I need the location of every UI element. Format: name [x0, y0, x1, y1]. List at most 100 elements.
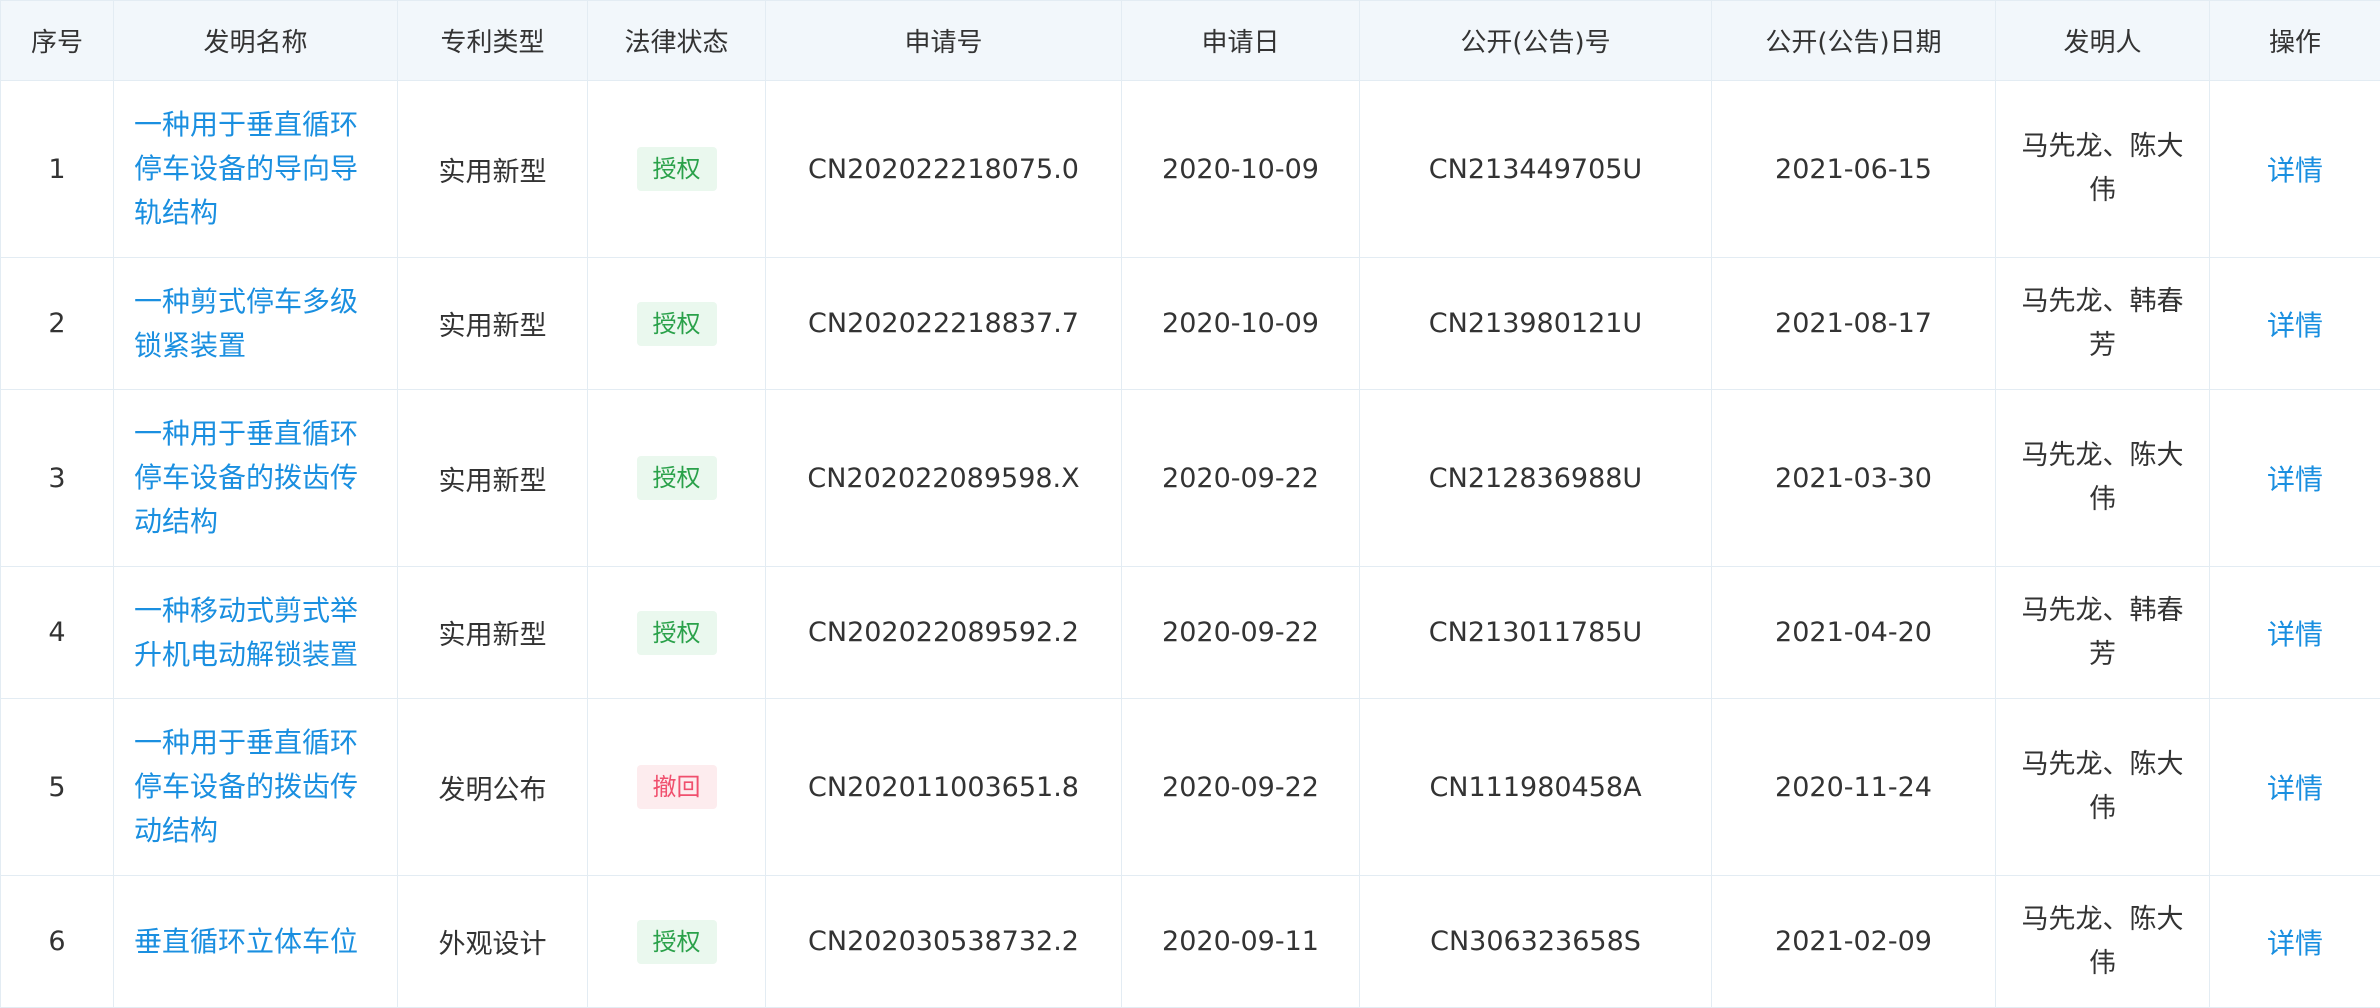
detail-link[interactable]: 详情 — [2267, 463, 2323, 496]
application-number: CN202022089592.2 — [766, 567, 1122, 699]
patent-type: 外观设计 — [398, 876, 588, 1008]
action-cell: 详情 — [2210, 258, 2380, 390]
application-number: CN202011003651.8 — [766, 699, 1122, 876]
title-cell: 一种移动式剪式举升机电动解锁装置 — [114, 567, 398, 699]
title-cell: 垂直循环立体车位 — [114, 876, 398, 1008]
status-cell: 授权 — [588, 81, 766, 258]
publication-number: CN213980121U — [1360, 258, 1712, 390]
status-badge: 授权 — [637, 920, 717, 964]
col-header-app-date: 申请日 — [1122, 1, 1360, 81]
publication-number: CN212836988U — [1360, 390, 1712, 567]
action-cell: 详情 — [2210, 81, 2380, 258]
application-number: CN202022218837.7 — [766, 258, 1122, 390]
application-number: CN202022089598.X — [766, 390, 1122, 567]
inventors-cell: 马先龙、陈大伟 — [1996, 876, 2210, 1008]
publication-date: 2021-02-09 — [1712, 876, 1996, 1008]
row-index: 2 — [1, 258, 114, 390]
patent-title-link[interactable]: 垂直循环立体车位 — [134, 920, 367, 964]
patent-type: 实用新型 — [398, 390, 588, 567]
table-body: 1 一种用于垂直循环停车设备的导向导轨结构 实用新型 授权 CN20202221… — [1, 81, 2380, 1008]
table-row: 4 一种移动式剪式举升机电动解锁装置 实用新型 授权 CN20202208959… — [1, 567, 2380, 699]
col-header-pub-no: 公开(公告)号 — [1360, 1, 1712, 81]
status-badge: 授权 — [637, 611, 717, 655]
row-index: 1 — [1, 81, 114, 258]
inventors-cell: 马先龙、陈大伟 — [1996, 390, 2210, 567]
publication-date: 2021-08-17 — [1712, 258, 1996, 390]
col-header-action: 操作 — [2210, 1, 2380, 81]
table-row: 5 一种用于垂直循环停车设备的拨齿传动结构 发明公布 撤回 CN20201100… — [1, 699, 2380, 876]
action-cell: 详情 — [2210, 390, 2380, 567]
inventors-cell: 马先龙、陈大伟 — [1996, 81, 2210, 258]
inventors: 马先龙、陈大伟 — [1996, 434, 2209, 522]
action-cell: 详情 — [2210, 699, 2380, 876]
detail-link[interactable]: 详情 — [2267, 618, 2323, 651]
col-header-app-no: 申请号 — [766, 1, 1122, 81]
table-header: 序号 发明名称 专利类型 法律状态 申请号 申请日 公开(公告)号 公开(公告)… — [1, 1, 2380, 81]
publication-date: 2021-04-20 — [1712, 567, 1996, 699]
application-date: 2020-09-22 — [1122, 699, 1360, 876]
col-header-type: 专利类型 — [398, 1, 588, 81]
publication-number: CN213449705U — [1360, 81, 1712, 258]
patent-type: 实用新型 — [398, 81, 588, 258]
application-date: 2020-09-11 — [1122, 876, 1360, 1008]
patent-type: 实用新型 — [398, 258, 588, 390]
detail-link[interactable]: 详情 — [2267, 927, 2323, 960]
status-badge: 撤回 — [637, 765, 717, 809]
table-row: 3 一种用于垂直循环停车设备的拨齿传动结构 实用新型 授权 CN20202208… — [1, 390, 2380, 567]
patent-type: 实用新型 — [398, 567, 588, 699]
patent-type: 发明公布 — [398, 699, 588, 876]
patent-title-link[interactable]: 一种用于垂直循环停车设备的导向导轨结构 — [134, 103, 367, 235]
inventors: 马先龙、陈大伟 — [1996, 743, 2209, 831]
status-cell: 授权 — [588, 258, 766, 390]
action-cell: 详情 — [2210, 567, 2380, 699]
detail-link[interactable]: 详情 — [2267, 154, 2323, 187]
status-cell: 授权 — [588, 567, 766, 699]
col-header-status: 法律状态 — [588, 1, 766, 81]
status-badge: 授权 — [637, 302, 717, 346]
detail-link[interactable]: 详情 — [2267, 772, 2323, 805]
publication-number: CN213011785U — [1360, 567, 1712, 699]
action-cell: 详情 — [2210, 876, 2380, 1008]
detail-link[interactable]: 详情 — [2267, 309, 2323, 342]
title-cell: 一种用于垂直循环停车设备的导向导轨结构 — [114, 81, 398, 258]
application-number: CN202022218075.0 — [766, 81, 1122, 258]
patent-table: 序号 发明名称 专利类型 法律状态 申请号 申请日 公开(公告)号 公开(公告)… — [0, 0, 2380, 1008]
header-row: 序号 发明名称 专利类型 法律状态 申请号 申请日 公开(公告)号 公开(公告)… — [1, 1, 2380, 81]
application-date: 2020-09-22 — [1122, 390, 1360, 567]
patent-title-link[interactable]: 一种剪式停车多级锁紧装置 — [134, 280, 367, 368]
status-cell: 撤回 — [588, 699, 766, 876]
status-cell: 授权 — [588, 390, 766, 567]
col-header-inventors: 发明人 — [1996, 1, 2210, 81]
status-badge: 授权 — [637, 456, 717, 500]
inventors: 马先龙、陈大伟 — [1996, 125, 2209, 213]
patent-title-link[interactable]: 一种用于垂直循环停车设备的拨齿传动结构 — [134, 412, 367, 544]
inventors-cell: 马先龙、陈大伟 — [1996, 699, 2210, 876]
col-header-index: 序号 — [1, 1, 114, 81]
publication-number: CN111980458A — [1360, 699, 1712, 876]
status-cell: 授权 — [588, 876, 766, 1008]
row-index: 5 — [1, 699, 114, 876]
application-date: 2020-09-22 — [1122, 567, 1360, 699]
table-row: 1 一种用于垂直循环停车设备的导向导轨结构 实用新型 授权 CN20202221… — [1, 81, 2380, 258]
inventors: 马先龙、陈大伟 — [1996, 898, 2209, 986]
application-number: CN202030538732.2 — [766, 876, 1122, 1008]
publication-date: 2020-11-24 — [1712, 699, 1996, 876]
title-cell: 一种用于垂直循环停车设备的拨齿传动结构 — [114, 390, 398, 567]
status-badge: 授权 — [637, 147, 717, 191]
title-cell: 一种用于垂直循环停车设备的拨齿传动结构 — [114, 699, 398, 876]
inventors-cell: 马先龙、韩春芳 — [1996, 567, 2210, 699]
table-row: 2 一种剪式停车多级锁紧装置 实用新型 授权 CN202022218837.7 … — [1, 258, 2380, 390]
application-date: 2020-10-09 — [1122, 81, 1360, 258]
col-header-title: 发明名称 — [114, 1, 398, 81]
row-index: 4 — [1, 567, 114, 699]
patent-title-link[interactable]: 一种用于垂直循环停车设备的拨齿传动结构 — [134, 721, 367, 853]
inventors-cell: 马先龙、韩春芳 — [1996, 258, 2210, 390]
publication-number: CN306323658S — [1360, 876, 1712, 1008]
patent-title-link[interactable]: 一种移动式剪式举升机电动解锁装置 — [134, 589, 367, 677]
title-cell: 一种剪式停车多级锁紧装置 — [114, 258, 398, 390]
table-row: 6 垂直循环立体车位 外观设计 授权 CN202030538732.2 2020… — [1, 876, 2380, 1008]
inventors: 马先龙、韩春芳 — [1996, 589, 2209, 677]
application-date: 2020-10-09 — [1122, 258, 1360, 390]
row-index: 6 — [1, 876, 114, 1008]
col-header-pub-date: 公开(公告)日期 — [1712, 1, 1996, 81]
